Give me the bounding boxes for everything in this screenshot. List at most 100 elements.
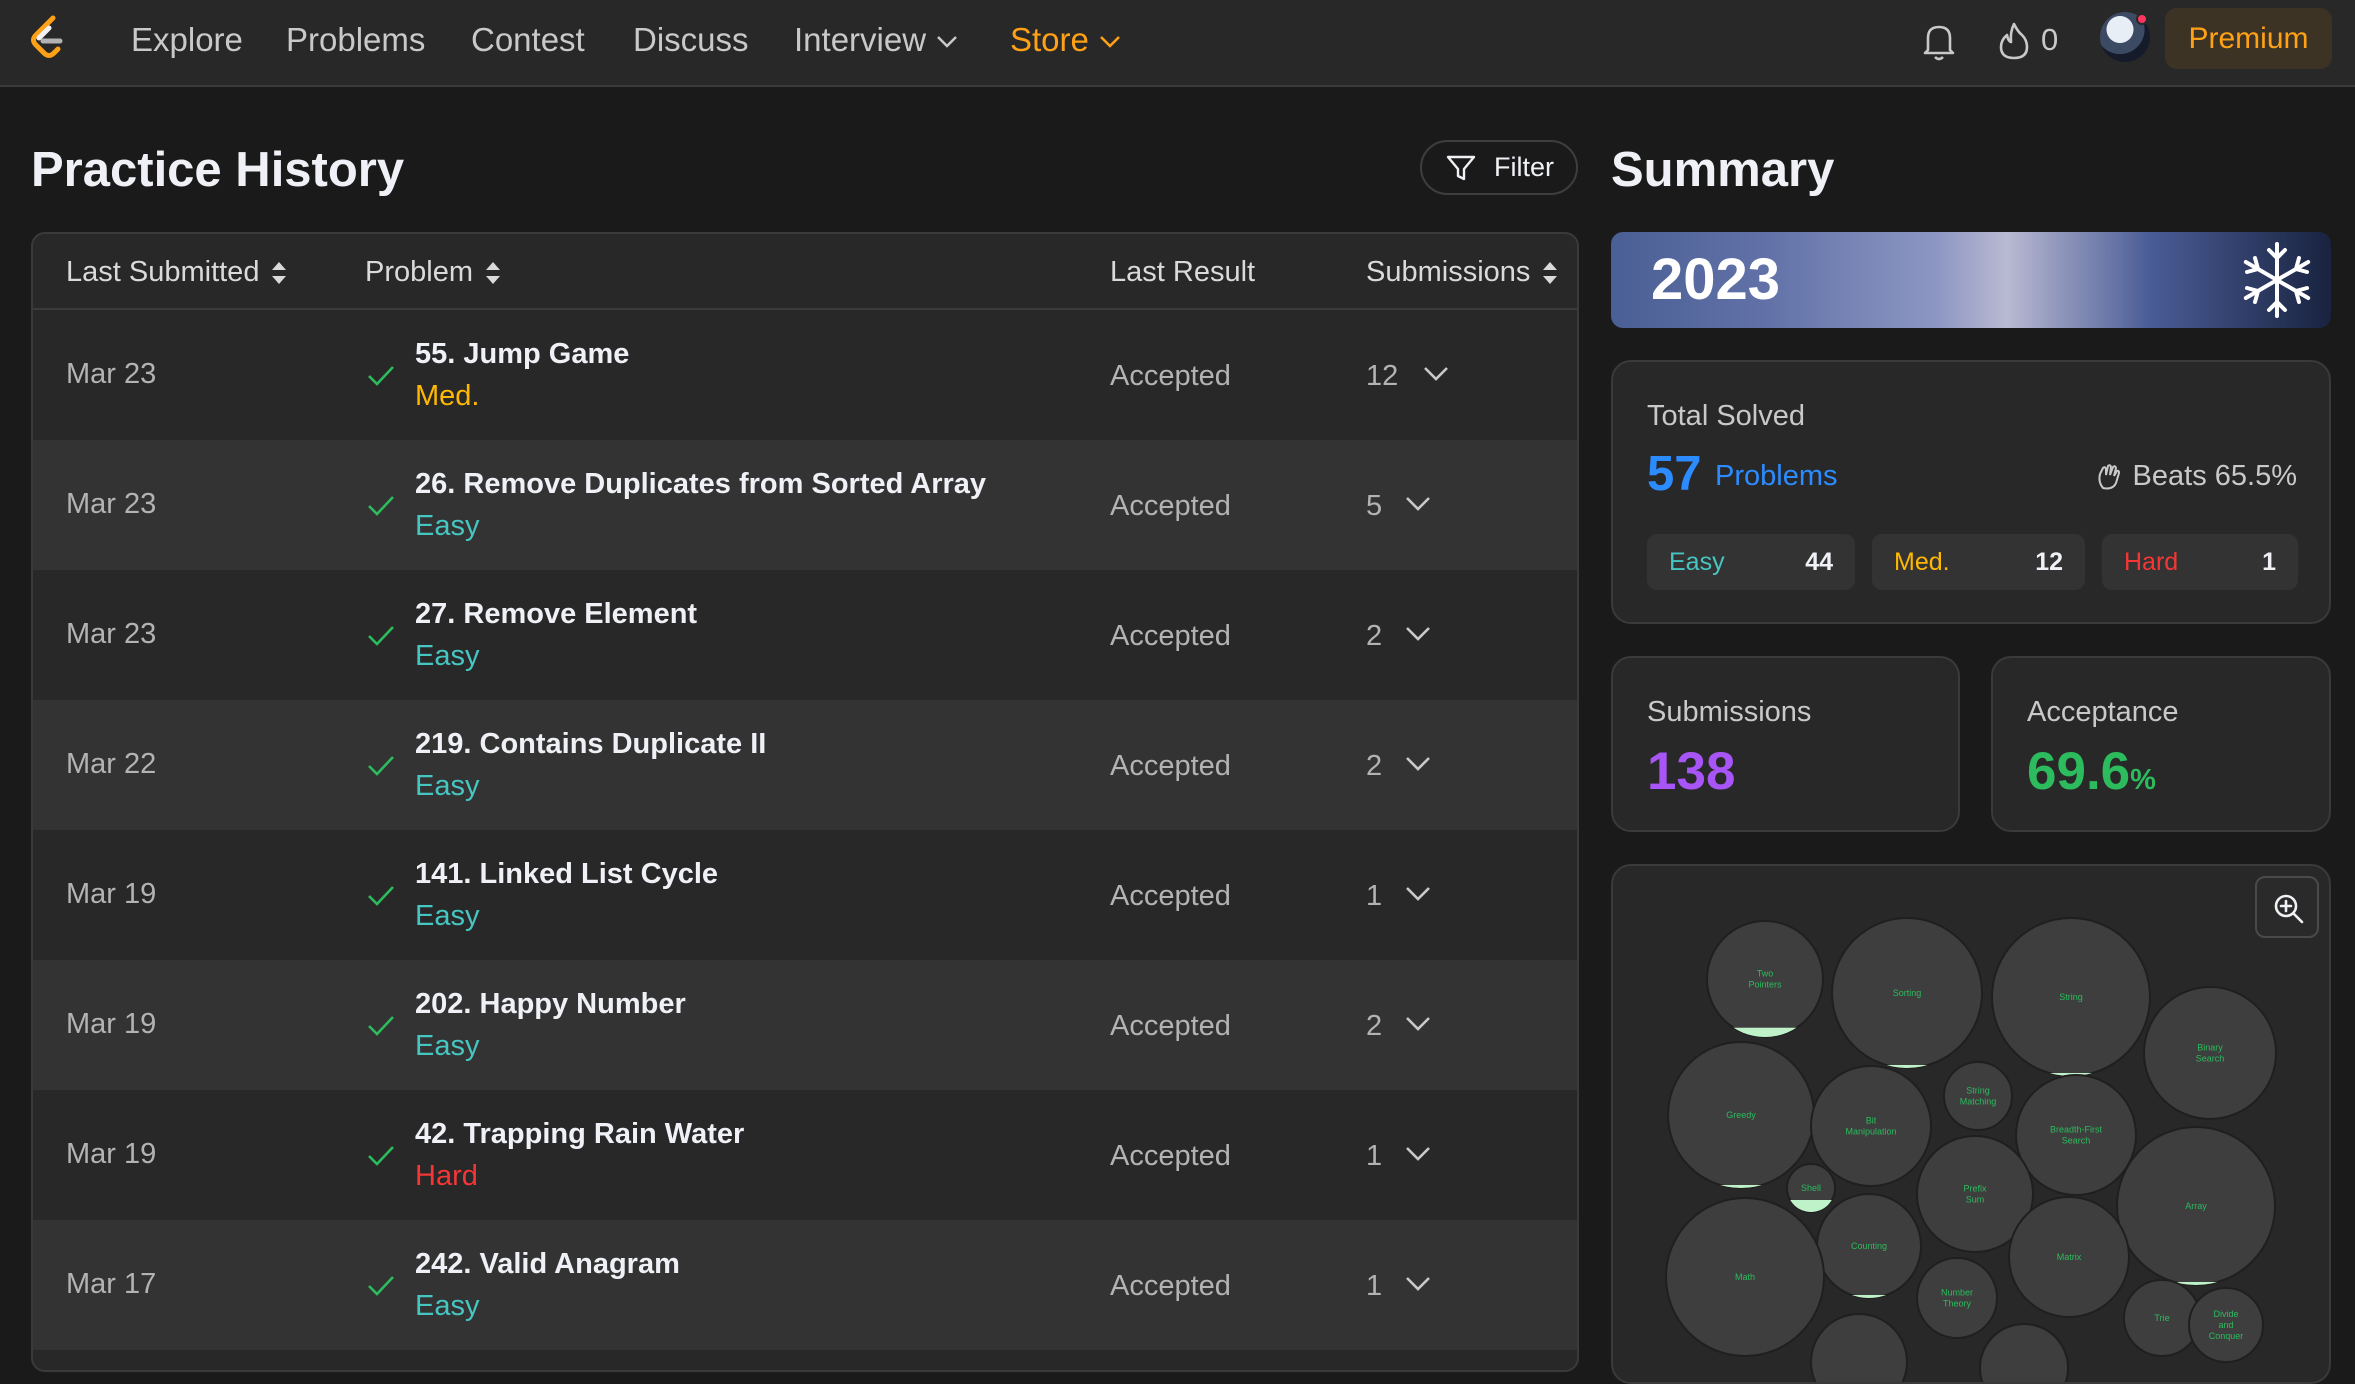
- nav-contest[interactable]: Contest: [471, 20, 585, 60]
- chevron-down-icon: [1099, 36, 1120, 49]
- skill-bubble[interactable]: Shell: [1786, 1163, 1836, 1213]
- problem-difficulty: Hard: [415, 1160, 478, 1192]
- skill-bubble-label: Shell: [1801, 1183, 1821, 1193]
- table-row[interactable]: Mar 19 42. Trapping Rain Water Hard Accepte…: [33, 1090, 1577, 1220]
- zoom-button[interactable]: [2255, 876, 2319, 938]
- submissions-card: Submissions 138: [1611, 656, 1960, 832]
- table-row[interactable]: Mar 17 242. Valid Anagram Easy Accepted 1: [33, 1220, 1577, 1350]
- skill-bubble[interactable]: Number Theory: [1916, 1257, 1998, 1339]
- skill-bubble[interactable]: Two Pointers: [1706, 920, 1824, 1038]
- col-last-submitted[interactable]: Last Submitted: [66, 254, 287, 290]
- skill-bubble[interactable]: Sorting: [1831, 917, 1983, 1069]
- problem-title-link[interactable]: 27. Remove Element: [415, 596, 697, 632]
- nav-store[interactable]: Store: [1010, 20, 1121, 60]
- chevron-down-icon[interactable]: [1405, 756, 1431, 772]
- problem-title-link[interactable]: 42. Trapping Rain Water: [415, 1116, 744, 1152]
- premium-button[interactable]: Premium: [2165, 8, 2332, 69]
- sort-icon: [486, 262, 500, 285]
- col-submissions[interactable]: Submissions: [1366, 254, 1558, 290]
- hard-count: 1: [2262, 548, 2276, 576]
- skill-bubble[interactable]: Math: [1665, 1197, 1825, 1357]
- acceptance-label: Acceptance: [2027, 696, 2179, 728]
- chevron-down-icon[interactable]: [1423, 366, 1449, 382]
- logo-icon[interactable]: [26, 14, 70, 62]
- chevron-down-icon[interactable]: [1405, 1276, 1431, 1292]
- chevron-down-icon[interactable]: [1405, 886, 1431, 902]
- skill-bubble-label: Array: [2185, 1201, 2207, 1211]
- table-header: Last Submitted Problem Last Result Submi…: [33, 234, 1577, 310]
- problem-difficulty: Easy: [415, 1030, 480, 1062]
- skill-bubble[interactable]: Counting: [1816, 1193, 1922, 1299]
- sort-icon: [272, 262, 287, 285]
- problem-title-link[interactable]: 55. Jump Game: [415, 336, 629, 372]
- row-date: Mar 19: [66, 1138, 157, 1170]
- submissions-count: 138: [1647, 742, 1736, 801]
- bell-icon[interactable]: [1920, 20, 1958, 62]
- problem-title-link[interactable]: 26. Remove Duplicates from Sorted Array: [415, 466, 986, 502]
- streak-count: 0: [2041, 22, 2059, 57]
- problem-title-link[interactable]: 242. Valid Anagram: [415, 1246, 680, 1282]
- row-result: Accepted: [1110, 750, 1231, 782]
- practice-history-table: Last Submitted Problem Last Result Submi…: [31, 232, 1579, 1372]
- nav-explore[interactable]: Explore: [131, 20, 243, 60]
- problem-difficulty: Easy: [415, 640, 480, 672]
- skill-bubble[interactable]: [1810, 1313, 1908, 1384]
- skill-bubble[interactable]: Array: [2116, 1126, 2276, 1286]
- table-row[interactable]: Mar 19 202. Happy Number Easy Accepted 2: [33, 960, 1577, 1090]
- skill-bubble[interactable]: Trie: [2123, 1279, 2201, 1357]
- skill-bubble[interactable]: String: [1991, 917, 2151, 1077]
- easy-pill[interactable]: Easy 44: [1647, 534, 1855, 590]
- total-solved-count: 57: [1647, 447, 1702, 501]
- row-submissions: 2: [1366, 750, 1383, 782]
- skill-bubble[interactable]: Breadth-First Search: [2015, 1074, 2137, 1196]
- skill-bubble-label: Counting: [1851, 1241, 1887, 1251]
- problem-title-link[interactable]: 219. Contains Duplicate II: [415, 726, 766, 762]
- nav-interview[interactable]: Interview: [794, 20, 958, 60]
- skill-bubble[interactable]: String Matching: [1943, 1061, 2013, 1131]
- filter-icon: [1446, 155, 1476, 181]
- skill-bubble[interactable]: Divide and Conquer: [2188, 1287, 2264, 1363]
- skill-bubble-circle: [1810, 1313, 1908, 1382]
- skill-bubble[interactable]: Greedy: [1667, 1041, 1815, 1189]
- filter-button[interactable]: Filter: [1420, 140, 1578, 195]
- skill-bubble-fill: [1707, 1027, 1823, 1037]
- table-row[interactable]: Mar 22 219. Contains Duplicate II Easy Acce…: [33, 700, 1577, 830]
- table-row[interactable]: Mar 19 141. Linked List Cycle Easy Accepted…: [33, 830, 1577, 960]
- row-date: Mar 19: [66, 1008, 157, 1040]
- hard-pill[interactable]: Hard 1: [2102, 534, 2298, 590]
- fire-icon[interactable]: [1997, 20, 2031, 62]
- skill-bubble[interactable]: Matrix: [2008, 1196, 2130, 1318]
- row-result: Accepted: [1110, 620, 1231, 652]
- row-submissions: 5: [1366, 490, 1383, 522]
- summary-title: Summary: [1611, 143, 1835, 197]
- skill-bubble[interactable]: Bit Manipulation: [1810, 1065, 1932, 1187]
- row-submissions: 2: [1366, 620, 1383, 652]
- chevron-down-icon[interactable]: [1405, 626, 1431, 642]
- skill-bubble[interactable]: [1979, 1323, 2069, 1384]
- chevron-down-icon[interactable]: [1405, 1146, 1431, 1162]
- chevron-down-icon[interactable]: [1405, 1016, 1431, 1032]
- problem-title-link[interactable]: 202. Happy Number: [415, 986, 686, 1022]
- problem-difficulty: Easy: [415, 510, 480, 542]
- row-submissions: 1: [1366, 1270, 1383, 1302]
- table-row[interactable]: Mar 23 27. Remove Element Easy Accepted 2: [33, 570, 1577, 700]
- skill-bubble[interactable]: Binary Search: [2143, 986, 2277, 1120]
- year-label: 2023: [1651, 247, 1781, 312]
- skill-bubble-label: Greedy: [1726, 1110, 1756, 1120]
- nav-discuss[interactable]: Discuss: [633, 20, 749, 60]
- acceptance-unit: %: [2130, 764, 2156, 796]
- med-pill[interactable]: Med. 12: [1872, 534, 2085, 590]
- col-problem[interactable]: Problem: [365, 254, 501, 290]
- year-banner[interactable]: 2023: [1611, 232, 2331, 328]
- acceptance-card: Acceptance 69.6%: [1991, 656, 2331, 832]
- skill-bubble-label: Matrix: [2057, 1252, 2082, 1262]
- total-solved-label: Total Solved: [1647, 400, 1805, 432]
- sort-icon: [1543, 262, 1558, 285]
- acceptance-value: 69.6: [2027, 742, 2131, 801]
- row-date: Mar 23: [66, 618, 157, 650]
- chevron-down-icon[interactable]: [1405, 496, 1431, 512]
- problem-title-link[interactable]: 141. Linked List Cycle: [415, 856, 718, 892]
- table-row[interactable]: Mar 23 26. Remove Duplicates from Sorted …: [33, 440, 1577, 570]
- nav-problems[interactable]: Problems: [286, 20, 425, 60]
- table-row[interactable]: Mar 23 55. Jump Game Med. Accepted 12: [33, 310, 1577, 440]
